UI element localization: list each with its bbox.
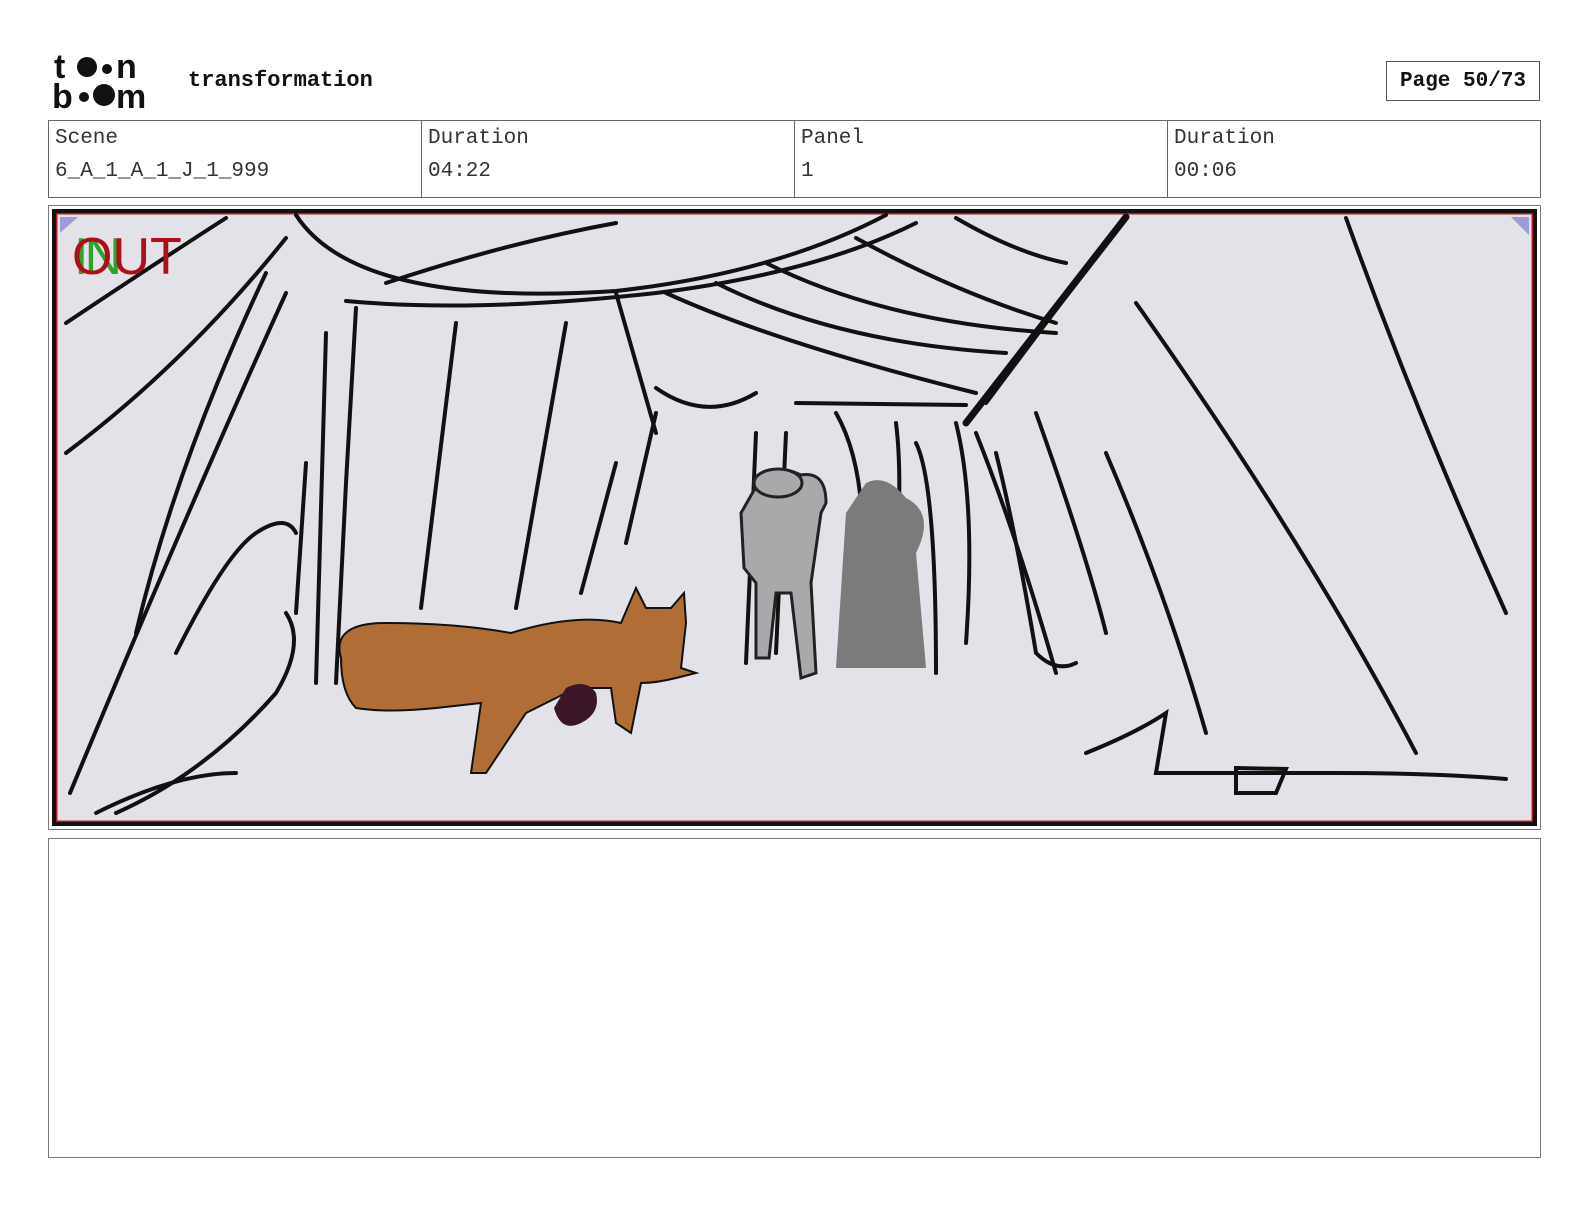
svg-text:m: m <box>116 78 146 112</box>
panel-duration-cell: Duration 00:06 <box>1168 121 1540 197</box>
svg-text:b: b <box>52 78 73 112</box>
panel-duration-label: Duration <box>1174 127 1275 150</box>
scene-info-table: Scene 6_A_1_A_1_J_1_999 Duration 04:22 P… <box>48 120 1541 198</box>
scene-value: 6_A_1_A_1_J_1_999 <box>55 160 270 183</box>
scene-cell: Scene 6_A_1_A_1_J_1_999 <box>49 121 422 197</box>
panel-duration-value: 00:06 <box>1174 160 1238 183</box>
out-marker: OUT <box>72 228 182 286</box>
panel-value: 1 <box>801 160 814 183</box>
scene-duration-cell: Duration 04:22 <box>422 121 795 197</box>
storyboard-title: transformation <box>188 68 373 93</box>
panel-label: Panel <box>801 127 865 150</box>
panel-sketch <box>56 213 1533 822</box>
scene-label: Scene <box>55 127 119 150</box>
scene-duration-value: 04:22 <box>428 160 492 183</box>
panel-notes-text <box>49 839 1540 855</box>
panel-cell: Panel 1 <box>795 121 1168 197</box>
scene-duration-label: Duration <box>428 127 529 150</box>
panel-notes-box <box>48 838 1541 1158</box>
toon-boom-logo: t n b m <box>52 50 146 112</box>
panel-frame: IN OUT <box>52 209 1537 826</box>
page-indicator: Page 50/73 <box>1386 61 1540 101</box>
